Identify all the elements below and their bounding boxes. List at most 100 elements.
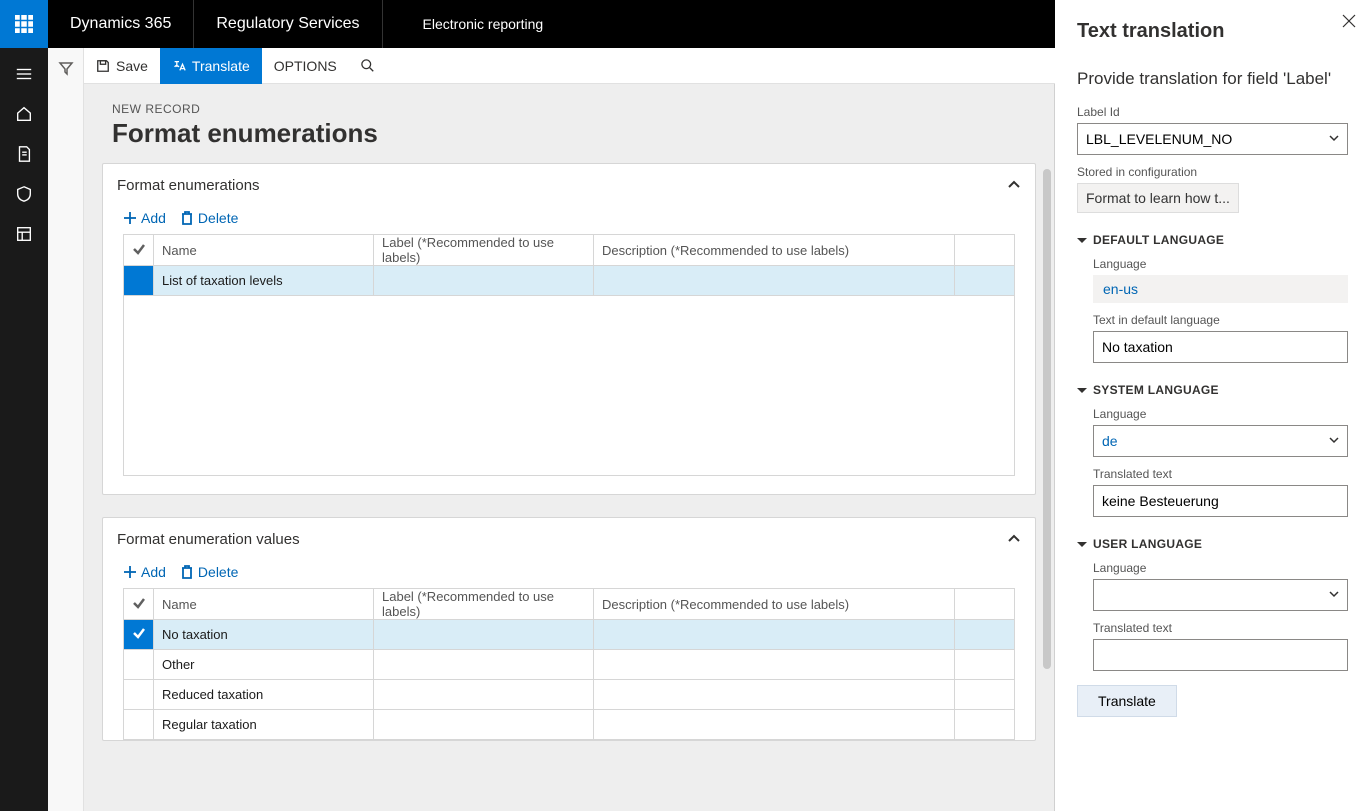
cell-name[interactable]: No taxation bbox=[154, 620, 374, 650]
grid-row[interactable]: List of taxation levels bbox=[124, 266, 1015, 296]
grid-row[interactable]: Reduced taxation bbox=[124, 680, 1015, 710]
system-text-input[interactable] bbox=[1093, 485, 1348, 517]
row-checkbox[interactable] bbox=[124, 620, 154, 650]
default-text-input[interactable] bbox=[1093, 331, 1348, 363]
close-icon bbox=[1342, 14, 1356, 28]
waffle-icon bbox=[15, 15, 33, 33]
select-all-checkbox[interactable] bbox=[124, 589, 154, 620]
section-header[interactable]: Format enumerations bbox=[103, 164, 1035, 206]
default-lang-value[interactable]: en-us bbox=[1093, 275, 1348, 303]
user-text-label: Translated text bbox=[1093, 621, 1348, 635]
nav-workspace-button[interactable] bbox=[0, 174, 48, 214]
system-lang-header[interactable]: SYSTEM LANGUAGE bbox=[1077, 383, 1348, 397]
add-button[interactable]: Add bbox=[123, 210, 166, 226]
translate-label: Translate bbox=[192, 58, 250, 74]
translate-button[interactable]: Translate bbox=[160, 48, 262, 84]
options-button[interactable]: OPTIONS bbox=[262, 48, 349, 84]
grid-row[interactable]: Regular taxation bbox=[124, 710, 1015, 740]
add-label: Add bbox=[141, 564, 166, 580]
grid-empty-area bbox=[123, 296, 1015, 476]
save-button[interactable]: Save bbox=[84, 48, 160, 84]
row-checkbox[interactable] bbox=[124, 650, 154, 680]
close-panel-button[interactable] bbox=[1342, 14, 1356, 31]
col-desc[interactable]: Description (*Recommended to use labels) bbox=[594, 235, 955, 266]
col-name[interactable]: Name bbox=[154, 589, 374, 620]
row-checkbox[interactable] bbox=[124, 266, 154, 296]
user-lang-header[interactable]: USER LANGUAGE bbox=[1077, 537, 1348, 551]
breadcrumb: NEW RECORD bbox=[112, 102, 1026, 116]
nav-recent-button[interactable] bbox=[0, 134, 48, 174]
cell-desc[interactable] bbox=[594, 266, 955, 296]
filter-column[interactable] bbox=[48, 48, 84, 811]
content-area: NEW RECORD Format enumerations Format en… bbox=[84, 84, 1055, 811]
grid-row[interactable]: No taxation bbox=[124, 620, 1015, 650]
delete-button[interactable]: Delete bbox=[180, 210, 238, 226]
service-label: Regulatory Services bbox=[194, 0, 382, 48]
translation-panel: Text translation Provide translation for… bbox=[1055, 0, 1370, 811]
cell-name[interactable]: Reduced taxation bbox=[154, 680, 374, 710]
cell-name[interactable]: Other bbox=[154, 650, 374, 680]
home-icon bbox=[15, 105, 33, 123]
translate-submit-button[interactable]: Translate bbox=[1077, 685, 1177, 717]
modules-icon bbox=[15, 225, 33, 243]
col-label[interactable]: Label (*Recommended to use labels) bbox=[374, 589, 594, 620]
default-lang-header[interactable]: DEFAULT LANGUAGE bbox=[1077, 233, 1348, 247]
filter-icon bbox=[58, 60, 74, 76]
col-desc[interactable]: Description (*Recommended to use labels) bbox=[594, 589, 955, 620]
delete-label: Delete bbox=[198, 564, 238, 580]
grid-header-row: Name Label (*Recommended to use labels) … bbox=[124, 235, 1015, 266]
cell-name[interactable]: List of taxation levels bbox=[154, 266, 374, 296]
cell-desc[interactable] bbox=[594, 620, 955, 650]
cell-label[interactable] bbox=[374, 680, 594, 710]
default-text-label: Text in default language bbox=[1093, 313, 1348, 327]
plus-icon bbox=[123, 565, 137, 579]
caret-icon bbox=[1077, 539, 1087, 549]
add-button[interactable]: Add bbox=[123, 564, 166, 580]
col-spacer bbox=[955, 589, 1015, 620]
caret-icon bbox=[1077, 385, 1087, 395]
section-header[interactable]: Format enumeration values bbox=[103, 518, 1035, 560]
panel-title: Text translation bbox=[1077, 20, 1348, 43]
brand-label: Dynamics 365 bbox=[48, 0, 194, 48]
user-text-input[interactable] bbox=[1093, 639, 1348, 671]
app-launcher-button[interactable] bbox=[0, 0, 48, 48]
cell-label[interactable] bbox=[374, 620, 594, 650]
row-checkbox[interactable] bbox=[124, 710, 154, 740]
user-lang-input[interactable] bbox=[1093, 579, 1348, 611]
grid-row[interactable]: Other bbox=[124, 650, 1015, 680]
col-label[interactable]: Label (*Recommended to use labels) bbox=[374, 235, 594, 266]
caret-icon bbox=[1077, 235, 1087, 245]
col-spacer bbox=[955, 235, 1015, 266]
nav-home-button[interactable] bbox=[0, 94, 48, 134]
cell-name[interactable]: Regular taxation bbox=[154, 710, 374, 740]
section-title: Format enumerations bbox=[117, 177, 260, 194]
label-id-label: Label Id bbox=[1077, 105, 1348, 119]
cell-spacer bbox=[955, 266, 1015, 296]
document-icon bbox=[15, 145, 33, 163]
cell-spacer bbox=[955, 620, 1015, 650]
system-lang-label: Language bbox=[1093, 407, 1348, 421]
trash-icon bbox=[180, 565, 194, 579]
cell-label[interactable] bbox=[374, 710, 594, 740]
delete-label: Delete bbox=[198, 210, 238, 226]
delete-button[interactable]: Delete bbox=[180, 564, 238, 580]
cell-label[interactable] bbox=[374, 650, 594, 680]
translate-icon bbox=[172, 59, 186, 73]
page-title: Format enumerations bbox=[112, 118, 1026, 149]
row-checkbox[interactable] bbox=[124, 680, 154, 710]
section-title: Format enumeration values bbox=[117, 531, 300, 548]
label-id-input[interactable] bbox=[1077, 123, 1348, 155]
select-all-checkbox[interactable] bbox=[124, 235, 154, 266]
default-lang-label: Language bbox=[1093, 257, 1348, 271]
chevron-up-icon bbox=[1007, 178, 1021, 192]
scrollbar[interactable] bbox=[1043, 169, 1051, 669]
nav-menu-button[interactable] bbox=[0, 54, 48, 94]
col-name[interactable]: Name bbox=[154, 235, 374, 266]
action-search-button[interactable] bbox=[349, 48, 387, 84]
cell-label[interactable] bbox=[374, 266, 594, 296]
system-lang-input[interactable] bbox=[1093, 425, 1348, 457]
user-lang-label: Language bbox=[1093, 561, 1348, 575]
module-label: Electronic reporting bbox=[383, 16, 584, 32]
shield-icon bbox=[15, 185, 33, 203]
nav-module-button[interactable] bbox=[0, 214, 48, 254]
